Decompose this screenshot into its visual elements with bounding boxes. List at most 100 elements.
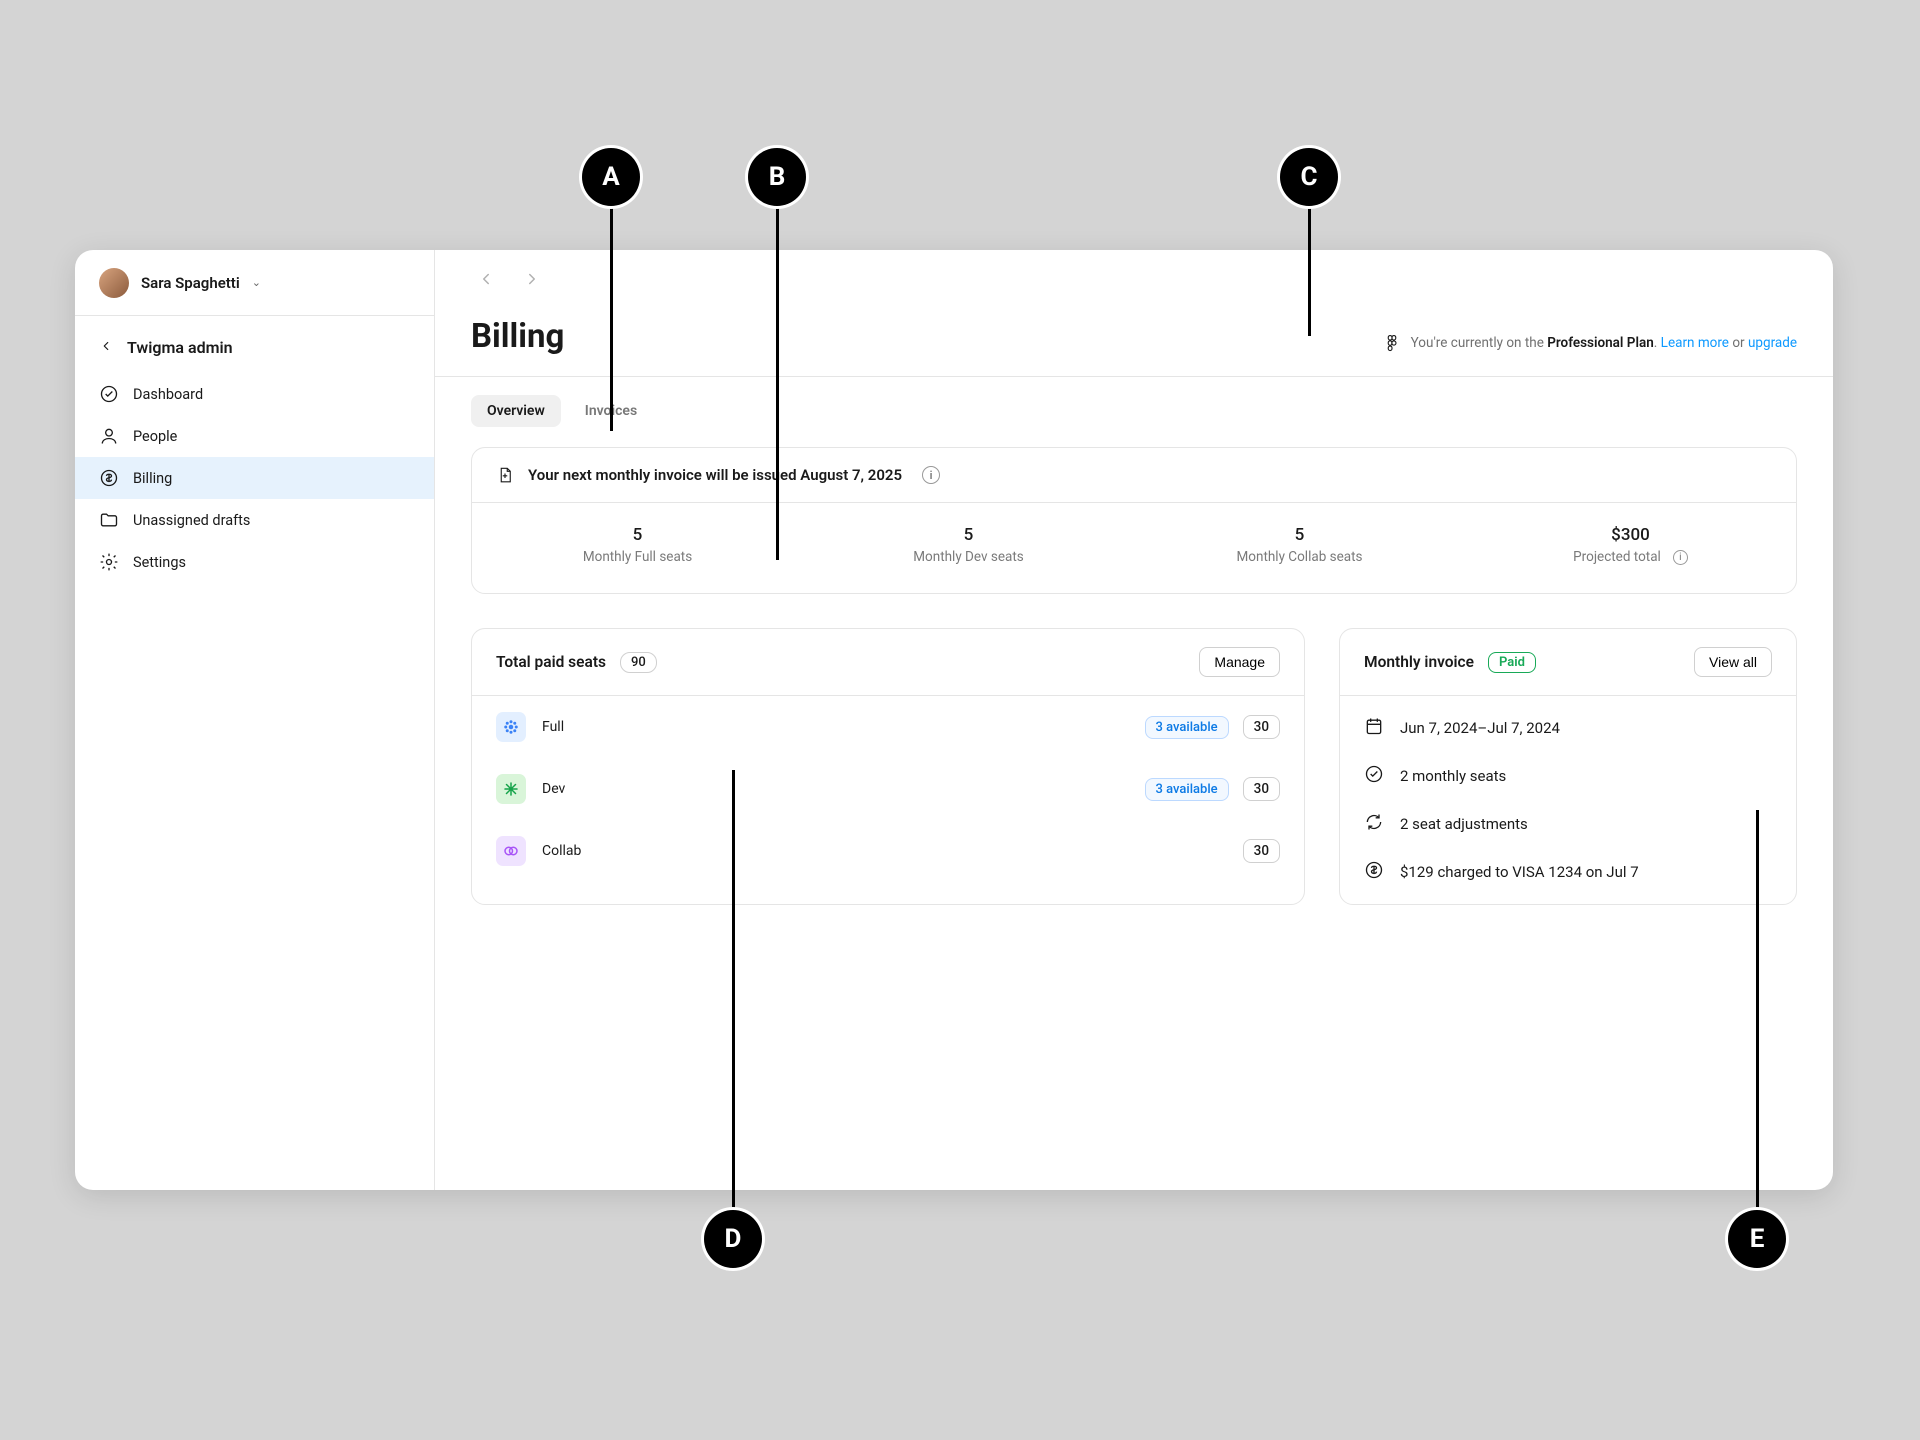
user-name: Sara Spaghetti bbox=[141, 274, 240, 292]
tab-overview[interactable]: Overview bbox=[471, 395, 561, 427]
annotation-line-d bbox=[732, 770, 735, 1210]
app-window: Sara Spaghetti ⌄ Twigma admin Dashboard bbox=[75, 250, 1833, 1190]
invoice-summary-header: Your next monthly invoice will be issued… bbox=[472, 448, 1796, 503]
stat-projected-total: $300 Projected total i bbox=[1465, 503, 1796, 593]
annotation-d: D bbox=[704, 1210, 762, 1268]
total-paid-seats-card: Total paid seats 90 Manage Full bbox=[471, 628, 1305, 905]
seat-row-collab: Collab 30 bbox=[472, 820, 1304, 882]
invoice-date-line: Jun 7, 2024–Jul 7, 2024 bbox=[1364, 716, 1772, 740]
annotation-line-a bbox=[610, 206, 613, 431]
sidebar-item-label: Dashboard bbox=[133, 386, 203, 403]
main-content: Billing You're currently on the Professi… bbox=[435, 250, 1833, 1190]
plan-name: Professional Plan bbox=[1547, 335, 1654, 351]
check-circle-icon bbox=[99, 384, 119, 404]
annotation-c: C bbox=[1280, 148, 1338, 206]
stat-value: 5 bbox=[813, 525, 1124, 545]
user-menu[interactable]: Sara Spaghetti ⌄ bbox=[75, 250, 434, 316]
stat-collab-seats: 5 Monthly Collab seats bbox=[1134, 503, 1465, 593]
sidebar-item-billing[interactable]: Billing bbox=[75, 457, 434, 499]
seat-count-pill: 30 bbox=[1243, 777, 1280, 801]
seat-count-pill: 30 bbox=[1243, 839, 1280, 863]
history-forward-button[interactable] bbox=[523, 270, 541, 293]
dollar-circle-icon bbox=[99, 468, 119, 488]
stats-row: 5 Monthly Full seats 5 Monthly Dev seats… bbox=[472, 503, 1796, 593]
annotation-line-b bbox=[776, 206, 779, 560]
seat-name: Full bbox=[542, 719, 564, 735]
sidebar-item-dashboard[interactable]: Dashboard bbox=[75, 373, 434, 415]
back-link[interactable]: Twigma admin bbox=[75, 330, 434, 373]
available-pill: 3 available bbox=[1145, 778, 1229, 801]
info-icon[interactable]: i bbox=[922, 466, 940, 484]
gear-icon bbox=[99, 552, 119, 572]
info-icon[interactable]: i bbox=[1673, 550, 1688, 565]
annotation-line-c bbox=[1308, 206, 1311, 336]
learn-more-link[interactable]: Learn more bbox=[1661, 335, 1729, 351]
invoice-banner-text: Your next monthly invoice will be issued… bbox=[528, 466, 902, 484]
content-area: Your next monthly invoice will be issued… bbox=[435, 427, 1833, 1190]
view-all-button[interactable]: View all bbox=[1694, 647, 1772, 677]
chevron-down-icon: ⌄ bbox=[252, 276, 261, 289]
stat-dev-seats: 5 Monthly Dev seats bbox=[803, 503, 1134, 593]
figma-icon bbox=[1383, 334, 1401, 352]
seat-name: Dev bbox=[542, 781, 565, 797]
sidebar-item-label: Settings bbox=[133, 554, 186, 571]
invoice-date-text: Jun 7, 2024–Jul 7, 2024 bbox=[1400, 719, 1560, 737]
invoice-seats-line: 2 monthly seats bbox=[1364, 764, 1772, 788]
invoice-card-title: Monthly invoice bbox=[1364, 653, 1474, 671]
chevron-left-icon bbox=[99, 338, 113, 357]
sidebar-item-people[interactable]: People bbox=[75, 415, 434, 457]
stat-label: Monthly Dev seats bbox=[813, 549, 1124, 565]
invoice-charge-line: $129 charged to VISA 1234 on Jul 7 bbox=[1364, 860, 1772, 884]
check-circle-icon bbox=[1364, 764, 1384, 788]
document-icon bbox=[496, 466, 514, 484]
plan-prefix: You're currently on the bbox=[1411, 335, 1548, 351]
invoice-adjustments-line: 2 seat adjustments bbox=[1364, 812, 1772, 836]
status-badge: Paid bbox=[1488, 652, 1536, 673]
annotation-b: B bbox=[748, 148, 806, 206]
seat-name: Collab bbox=[542, 843, 581, 859]
stat-label: Monthly Full seats bbox=[482, 549, 793, 565]
stat-label: Projected total bbox=[1573, 549, 1661, 565]
invoice-adjustments-text: 2 seat adjustments bbox=[1400, 815, 1528, 833]
invoice-charge-text: $129 charged to VISA 1234 on Jul 7 bbox=[1400, 863, 1639, 881]
monthly-invoice-card: Monthly invoice Paid View all Jun 7, 202… bbox=[1339, 628, 1797, 905]
invoice-seats-text: 2 monthly seats bbox=[1400, 767, 1506, 785]
tabs: Overview Invoices bbox=[435, 377, 1833, 427]
sidebar-nav: Twigma admin Dashboard People Billing bbox=[75, 316, 434, 583]
dev-seat-icon bbox=[496, 774, 526, 804]
collab-seat-icon bbox=[496, 836, 526, 866]
main-header: Billing You're currently on the Professi… bbox=[435, 250, 1833, 377]
stat-label: Monthly Collab seats bbox=[1144, 549, 1455, 565]
upgrade-link[interactable]: upgrade bbox=[1748, 335, 1797, 351]
stat-value: 5 bbox=[482, 525, 793, 545]
sidebar-item-unassigned-drafts[interactable]: Unassigned drafts bbox=[75, 499, 434, 541]
seats-card-title: Total paid seats bbox=[496, 653, 606, 671]
history-back-button[interactable] bbox=[477, 270, 495, 293]
avatar bbox=[99, 268, 129, 298]
annotation-e: E bbox=[1728, 1210, 1786, 1268]
refresh-icon bbox=[1364, 812, 1384, 836]
manage-button[interactable]: Manage bbox=[1199, 647, 1280, 677]
stat-value: $300 bbox=[1475, 525, 1786, 545]
invoice-summary-card: Your next monthly invoice will be issued… bbox=[471, 447, 1797, 594]
dollar-circle-icon bbox=[1364, 860, 1384, 884]
full-seat-icon bbox=[496, 712, 526, 742]
seats-total-pill: 90 bbox=[620, 652, 657, 673]
plan-sep: . bbox=[1654, 335, 1661, 351]
sidebar-item-label: Unassigned drafts bbox=[133, 512, 250, 529]
person-icon bbox=[99, 426, 119, 446]
calendar-icon bbox=[1364, 716, 1384, 740]
sidebar-item-label: Billing bbox=[133, 470, 172, 487]
sidebar: Sara Spaghetti ⌄ Twigma admin Dashboard bbox=[75, 250, 435, 1190]
annotation-line-e bbox=[1756, 810, 1759, 1210]
seat-row-full: Full 3 available 30 bbox=[472, 696, 1304, 758]
seat-count-pill: 30 bbox=[1243, 715, 1280, 739]
back-label: Twigma admin bbox=[127, 338, 233, 357]
plan-banner: You're currently on the Professional Pla… bbox=[1383, 334, 1797, 352]
sidebar-item-label: People bbox=[133, 428, 177, 445]
folder-icon bbox=[99, 510, 119, 530]
seat-row-dev: Dev 3 available 30 bbox=[472, 758, 1304, 820]
plan-or: or bbox=[1729, 335, 1748, 351]
sidebar-item-settings[interactable]: Settings bbox=[75, 541, 434, 583]
annotation-a: A bbox=[582, 148, 640, 206]
